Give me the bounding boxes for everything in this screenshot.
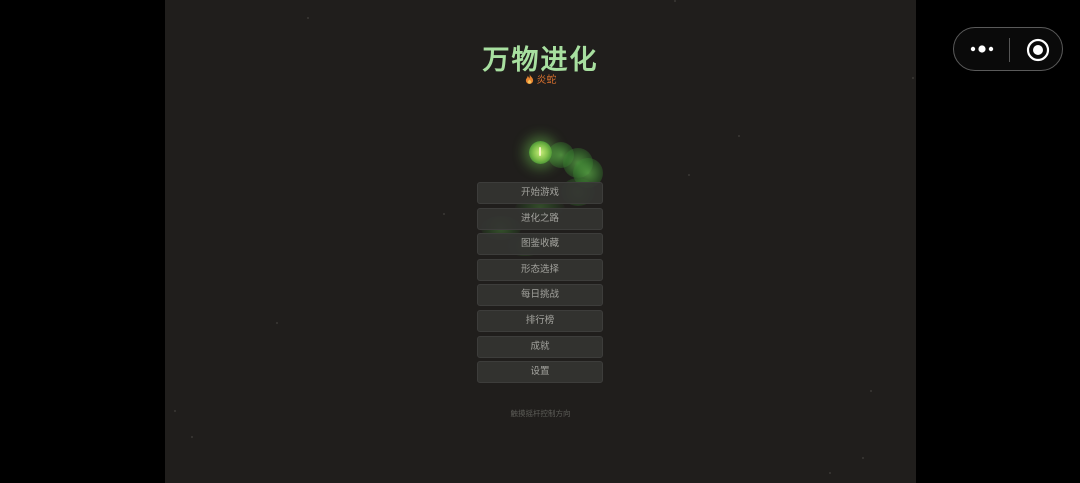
target-close-icon[interactable] — [1026, 38, 1050, 62]
collection-button[interactable]: 图鉴收藏 — [477, 233, 603, 256]
control-hint: 触摸摇杆控制方向 — [510, 409, 571, 418]
background-star — [688, 174, 690, 176]
start-game-button[interactable]: 开始游戏 — [477, 182, 603, 204]
more-dots-icon[interactable] — [968, 38, 996, 60]
background-star — [862, 457, 864, 459]
background-star — [870, 390, 872, 392]
mini-program-capsule — [953, 27, 1063, 71]
settings-button[interactable]: 设置 — [477, 361, 603, 384]
background-star — [443, 213, 445, 215]
background-star — [307, 17, 309, 19]
leaderboard-button[interactable]: 排行榜 — [477, 309, 603, 332]
subtitle-label: 炎蛇 — [536, 75, 557, 86]
main-menu: 开始游戏 进化之路 图鉴收藏 形态选择 每日挑战 排行榜 成就 设置 — [477, 182, 603, 387]
snake-head — [529, 141, 552, 164]
background-star — [191, 436, 193, 438]
background-star — [738, 135, 740, 137]
capsule-divider — [1009, 38, 1010, 62]
achievements-button[interactable]: 成就 — [477, 335, 603, 358]
snake-eye — [539, 147, 541, 156]
background-star — [276, 322, 278, 324]
evolution-path-button[interactable]: 进化之路 — [477, 207, 603, 230]
form-subtitle: 炎蛇 — [165, 71, 916, 86]
daily-challenge-button[interactable]: 每日挑战 — [477, 284, 603, 307]
flame-icon — [525, 74, 533, 84]
background-star — [829, 472, 831, 474]
form-select-button[interactable]: 形态选择 — [477, 258, 603, 281]
background-star — [674, 0, 676, 2]
game-canvas: 万物进化 炎蛇 开始游戏 进化之路 图鉴收藏 形态选择 每日挑战 排行榜 成就 … — [165, 0, 916, 483]
